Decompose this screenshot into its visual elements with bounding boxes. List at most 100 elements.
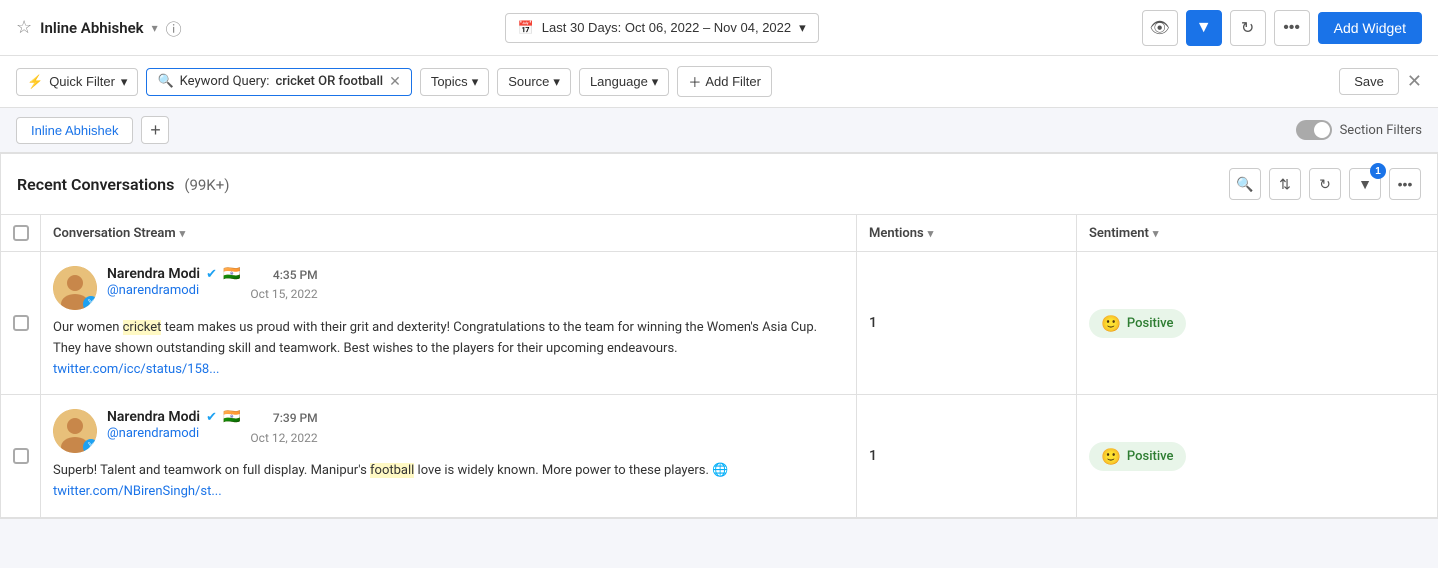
row1-mentions-cell: 1 (857, 252, 1077, 394)
add-filter-button[interactable]: ＋ Add Filter (677, 66, 772, 97)
section-filters-toggle[interactable] (1296, 120, 1332, 140)
widget-refresh-button[interactable]: ↻ (1309, 168, 1341, 200)
table-column-mentions: Mentions ▾ (857, 215, 1077, 251)
save-button[interactable]: Save (1339, 68, 1399, 95)
topics-chevron-icon: ▾ (472, 74, 479, 90)
tab-inline-abhishek[interactable]: Inline Abhishek (16, 117, 133, 144)
row1-author-name: Narendra Modi (107, 266, 200, 282)
quick-filter-label: Quick Filter (49, 74, 115, 89)
date-range-button[interactable]: 📅 Last 30 Days: Oct 06, 2022 – Nov 04, 2… (505, 13, 819, 43)
row2-link[interactable]: twitter.com/NBirenSingh/st... (53, 484, 222, 499)
topics-filter-button[interactable]: Topics ▾ (420, 68, 489, 96)
row1-mentions-value: 1 (869, 315, 877, 331)
calendar-icon: 📅 (518, 20, 534, 36)
row2-post-meta: Narendra Modi ✔ 🇮🇳 @narendramodi (107, 409, 240, 441)
workspace-chevron-icon[interactable]: ▾ (152, 21, 158, 35)
keyword-filter-chip: 🔍 Keyword Query: cricket OR football ✕ (146, 68, 411, 96)
row1-avatar: 𝕏 (53, 266, 97, 310)
section-filters-label: Section Filters (1340, 123, 1422, 138)
refresh-icon: ↻ (1319, 176, 1331, 193)
row2-mentions-value: 1 (869, 448, 877, 464)
row1-conversation-cell: 𝕏 Narendra Modi ✔ 🇮🇳 @narendramodi 4:35 … (41, 252, 857, 394)
widget-title: Recent Conversations (99K+) (17, 175, 229, 194)
widget-header: Recent Conversations (99K+) 🔍 ⇅ ↻ ▼ 1 ••… (1, 154, 1437, 215)
row1-post-meta: Narendra Modi ✔ 🇮🇳 @narendramodi (107, 266, 240, 298)
verified-icon: ✔ (206, 410, 217, 425)
filter-icon: ▼ (1196, 19, 1212, 37)
quick-filter-icon: ⚡ (27, 74, 43, 90)
row2-conversation-cell: 𝕏 Narendra Modi ✔ 🇮🇳 @narendramodi 7:39 … (41, 395, 857, 517)
refresh-icon-button[interactable]: ↻ (1230, 10, 1266, 46)
section-filters-area: Section Filters (1296, 120, 1422, 140)
row1-checkbox[interactable] (13, 315, 29, 331)
widget-filter-button[interactable]: ▼ 1 (1349, 168, 1381, 200)
quick-filter-chevron-icon: ▾ (121, 74, 128, 90)
positive-smiley-icon: 🙂 (1101, 447, 1121, 466)
source-filter-label: Source (508, 74, 549, 89)
filter-badge: 1 (1370, 163, 1386, 179)
close-keyword-icon[interactable]: ✕ (389, 74, 401, 90)
positive-smiley-icon: 🙂 (1101, 314, 1121, 333)
row2-handle[interactable]: @narendramodi (107, 426, 199, 441)
sort-icon: ⇅ (1279, 176, 1291, 193)
table-row: 𝕏 Narendra Modi ✔ 🇮🇳 @narendramodi 4:35 … (1, 252, 1437, 395)
add-tab-button[interactable]: + (141, 116, 169, 144)
sort-chevron-icon[interactable]: ▾ (180, 227, 186, 240)
row2-checkbox[interactable] (13, 448, 29, 464)
twitter-badge-icon: 𝕏 (83, 439, 97, 453)
widget-actions: 🔍 ⇅ ↻ ▼ 1 ••• (1229, 168, 1421, 200)
row1-sentiment-cell: 🙂 Positive (1077, 252, 1437, 394)
flag-icon: 🇮🇳 (223, 266, 240, 282)
more-options-icon: ••• (1283, 19, 1300, 37)
star-icon[interactable]: ☆ (16, 17, 32, 38)
row1-sentiment-badge: 🙂 Positive (1089, 309, 1186, 338)
info-icon[interactable]: ⓘ (166, 16, 182, 40)
row1-time: 4:35 PM Oct 15, 2022 (250, 266, 317, 304)
widget-sort-button[interactable]: ⇅ (1269, 168, 1301, 200)
add-widget-button[interactable]: Add Widget (1318, 12, 1422, 44)
widget-more-button[interactable]: ••• (1389, 168, 1421, 200)
source-filter-button[interactable]: Source ▾ (497, 68, 571, 96)
row2-sentiment-cell: 🙂 Positive (1077, 395, 1437, 517)
row1-sentiment-label: Positive (1127, 316, 1174, 331)
sort-chevron-icon[interactable]: ▾ (1153, 227, 1159, 240)
language-filter-button[interactable]: Language ▾ (579, 68, 669, 96)
tab-bar-left: Inline Abhishek + (16, 116, 169, 144)
table-column-conversation-stream: Conversation Stream ▾ (41, 215, 857, 251)
row2-checkbox-cell[interactable] (1, 395, 41, 517)
table-checkbox-header[interactable] (1, 215, 41, 251)
quick-filter-button[interactable]: ⚡ Quick Filter ▾ (16, 68, 138, 96)
row2-time: 7:39 PM Oct 12, 2022 (250, 409, 317, 447)
sort-chevron-icon[interactable]: ▾ (928, 227, 934, 240)
eye-icon-button[interactable]: 👁 (1142, 10, 1178, 46)
row1-handle[interactable]: @narendramodi (107, 283, 199, 298)
table-column-sentiment: Sentiment ▾ (1077, 215, 1437, 251)
filter-icon: ▼ (1358, 176, 1372, 192)
more-options-button[interactable]: ••• (1274, 10, 1310, 46)
row1-checkbox-cell[interactable] (1, 252, 41, 394)
row1-link[interactable]: twitter.com/icc/status/158... (53, 362, 219, 377)
twitter-badge-icon: 𝕏 (83, 296, 97, 310)
row2-avatar: 𝕏 (53, 409, 97, 453)
widget-title-area: Recent Conversations (99K+) (17, 175, 229, 194)
source-chevron-icon: ▾ (553, 74, 560, 90)
date-range-chevron-icon: ▾ (799, 20, 806, 36)
verified-icon: ✔ (206, 267, 217, 282)
date-range-label: Last 30 Days: Oct 06, 2022 – Nov 04, 202… (542, 20, 791, 35)
plus-icon: ＋ (688, 72, 701, 91)
refresh-icon: ↻ (1241, 18, 1254, 38)
widget-count: (99K+) (184, 176, 229, 194)
row2-sentiment-label: Positive (1127, 449, 1174, 464)
filter-icon-button[interactable]: ▼ (1186, 10, 1222, 46)
row1-post-text: Our women cricket team makes us proud wi… (53, 318, 844, 380)
add-filter-label: Add Filter (705, 74, 761, 89)
widget-search-button[interactable]: 🔍 (1229, 168, 1261, 200)
table-header: Conversation Stream ▾ Mentions ▾ Sentime… (1, 215, 1437, 252)
keyword-filter-value: cricket OR football (275, 74, 383, 89)
more-icon: ••• (1398, 176, 1413, 192)
search-icon: 🔍 (157, 74, 173, 89)
close-filter-bar-icon[interactable]: ✕ (1407, 71, 1422, 92)
language-filter-label: Language (590, 74, 648, 89)
row2-post-text: Superb! Talent and teamwork on full disp… (53, 461, 844, 503)
eye-icon: 👁 (1149, 18, 1169, 38)
